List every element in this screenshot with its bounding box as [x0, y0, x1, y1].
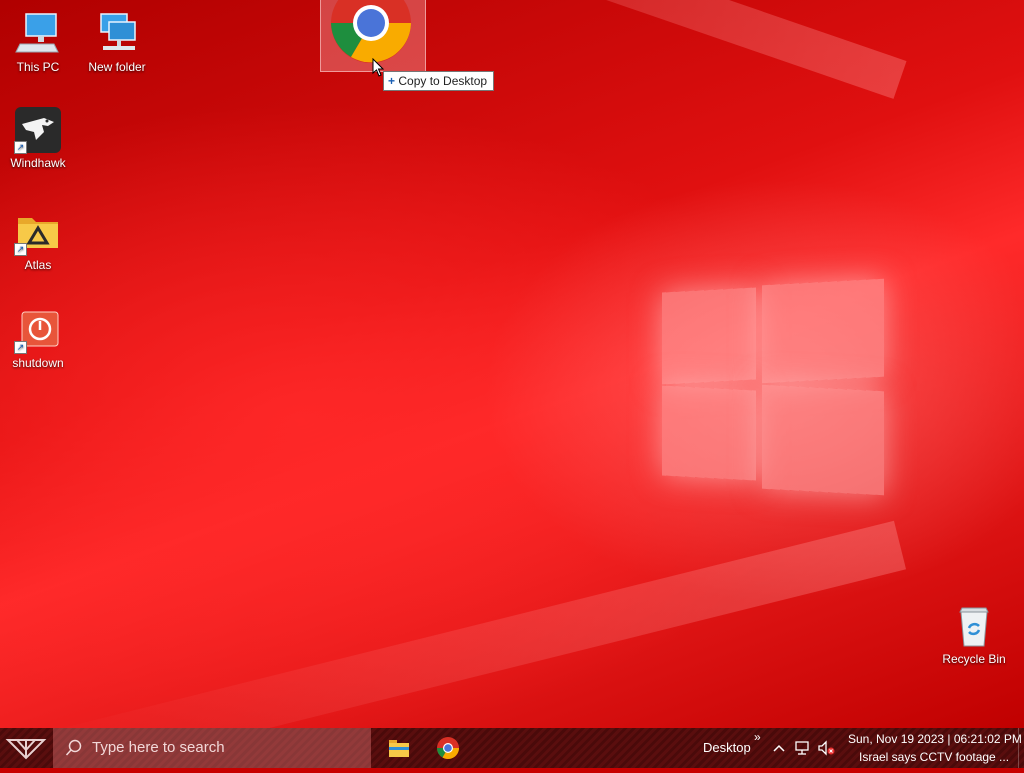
atlas-folder-icon: ↗	[14, 208, 62, 256]
start-button[interactable]	[0, 728, 52, 768]
light-beam	[20, 520, 907, 728]
recycle-bin-icon	[950, 602, 998, 650]
news-ticker[interactable]: Israel says CCTV footage ...	[859, 750, 1009, 764]
volume-muted-icon[interactable]	[817, 740, 837, 756]
taskbar-app-chrome[interactable]	[424, 728, 472, 768]
desktop-icon-new-folder[interactable]: New folder	[81, 10, 153, 74]
desktop-icon-label: Atlas	[24, 258, 52, 272]
search-icon	[65, 739, 82, 756]
toolbar-overflow-icon[interactable]: »	[754, 730, 761, 744]
windhawk-eagle-icon: ↗	[14, 106, 62, 154]
taskbar: Type here to search Desktop » Sun, Nov 1	[0, 728, 1024, 768]
desktop-icon-recycle-bin[interactable]: Recycle Bin	[938, 602, 1010, 666]
clock[interactable]: Sun, Nov 19 2023 | 06:21:02 PM	[848, 732, 1022, 746]
tooltip-label: Copy to Desktop	[398, 74, 488, 88]
shortcut-arrow-icon: ↗	[14, 243, 27, 256]
power-icon: ↗	[14, 306, 62, 354]
desktop-icon-windhawk[interactable]: ↗ Windhawk	[2, 106, 74, 170]
desktop-icon-label: This PC	[16, 60, 60, 74]
plus-icon: +	[388, 74, 396, 88]
desktop-icon-label: shutdown	[12, 356, 64, 370]
desktop-toolbar-label[interactable]: Desktop	[703, 740, 751, 755]
drag-tooltip: + Copy to Desktop	[383, 71, 495, 91]
desktop-icon-label: Recycle Bin	[942, 652, 1006, 666]
chevron-up-icon[interactable]	[772, 742, 786, 754]
desktop-icon-atlas[interactable]: ↗ Atlas	[2, 208, 74, 272]
mouse-pointer-icon	[372, 58, 385, 77]
search-box[interactable]: Type here to search	[53, 728, 371, 768]
desktop-icon-label: New folder	[88, 60, 146, 74]
taskbar-app-file-explorer[interactable]	[375, 728, 423, 768]
this-pc-icon	[14, 10, 62, 58]
file-explorer-icon	[389, 740, 409, 757]
start-icon	[5, 739, 47, 760]
search-placeholder: Type here to search	[92, 739, 225, 756]
network-folder-icon	[93, 10, 141, 58]
desktop-icon-shutdown[interactable]: ↗ shutdown	[2, 306, 74, 370]
network-icon[interactable]	[794, 740, 812, 756]
desktop-icon-this-pc[interactable]: This PC	[2, 10, 74, 74]
desktop-wallpaper	[0, 0, 1024, 728]
chrome-icon	[437, 737, 459, 759]
desktop-icon-label: Windhawk	[10, 156, 66, 170]
shortcut-arrow-icon: ↗	[14, 141, 27, 154]
show-desktop-button[interactable]	[1018, 728, 1024, 768]
windows-logo	[662, 272, 886, 498]
shortcut-arrow-icon: ↗	[14, 341, 27, 354]
